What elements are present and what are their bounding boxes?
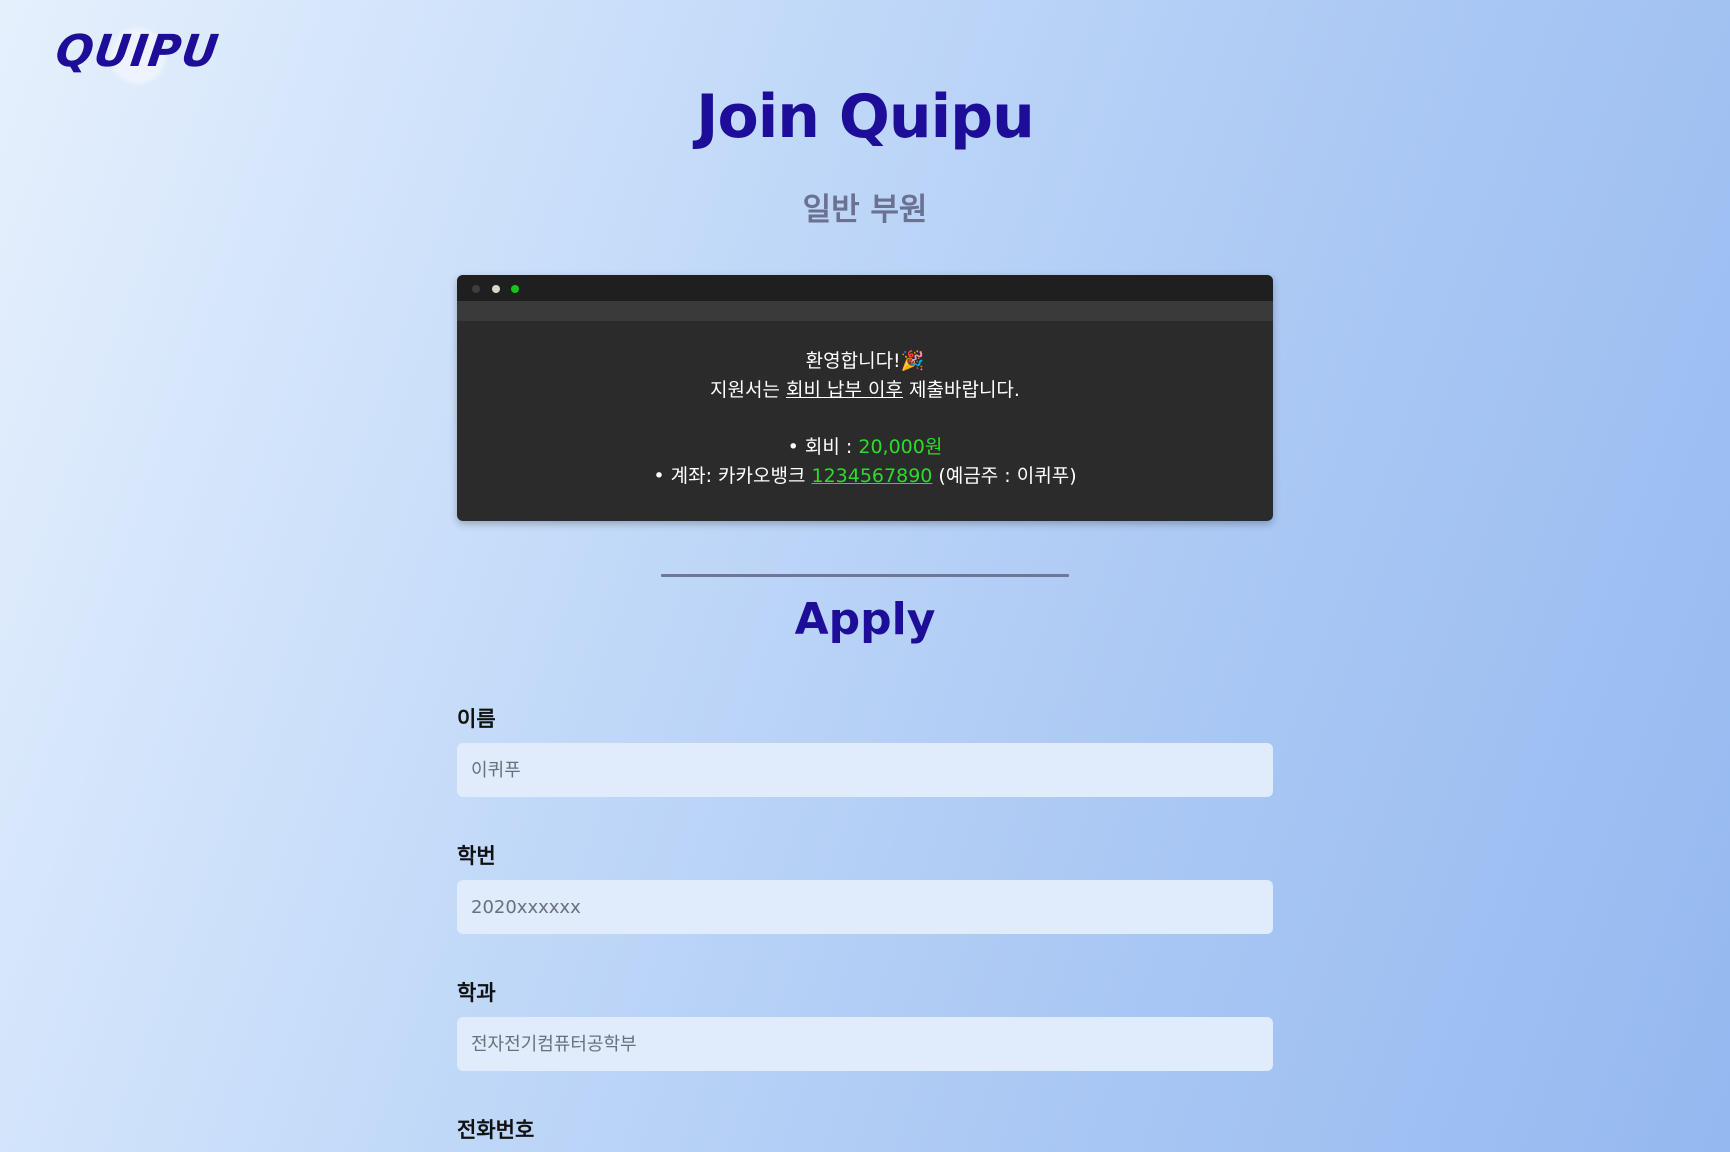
fee-amount: 20,000원 (858, 436, 943, 458)
window-dot-icon (511, 285, 519, 293)
name-input[interactable] (457, 743, 1273, 797)
terminal-tabbar (457, 301, 1273, 321)
notice-terminal-panel: 환영합니다!🎉 지원서는 회비 납부 이후 제출바랍니다. • 회비 : 20,… (457, 275, 1273, 521)
name-label: 이름 (457, 707, 496, 731)
student-id-input[interactable] (457, 880, 1273, 934)
department-input[interactable] (457, 1017, 1273, 1071)
fee-payment-emphasis: 회비 납부 이후 (786, 379, 903, 401)
account-number-link[interactable]: 1234567890 (811, 465, 932, 487)
window-dot-icon (472, 285, 480, 293)
submit-instruction-line: 지원서는 회비 납부 이후 제출바랍니다. (710, 379, 1020, 401)
account-line: • 계좌: 카카오뱅크 1234567890 (예금주 : 이퀴푸) (653, 465, 1077, 487)
terminal-titlebar (457, 275, 1273, 301)
apply-heading: Apply (794, 594, 936, 645)
quipu-logo[interactable]: QUIPU (52, 26, 222, 77)
phone-label: 전화번호 (457, 1118, 535, 1142)
page-subtitle: 일반 부원 (802, 192, 928, 228)
section-divider (661, 574, 1069, 577)
page-title: Join Quipu (696, 82, 1035, 152)
fee-line: • 회비 : 20,000원 (787, 436, 943, 458)
notice-body: 환영합니다!🎉 지원서는 회비 납부 이후 제출바랍니다. • 회비 : 20,… (457, 321, 1273, 491)
window-dot-icon (492, 285, 500, 293)
welcome-line: 환영합니다!🎉 (805, 350, 925, 372)
department-label: 학과 (457, 981, 496, 1005)
student-id-label: 학번 (457, 844, 496, 868)
